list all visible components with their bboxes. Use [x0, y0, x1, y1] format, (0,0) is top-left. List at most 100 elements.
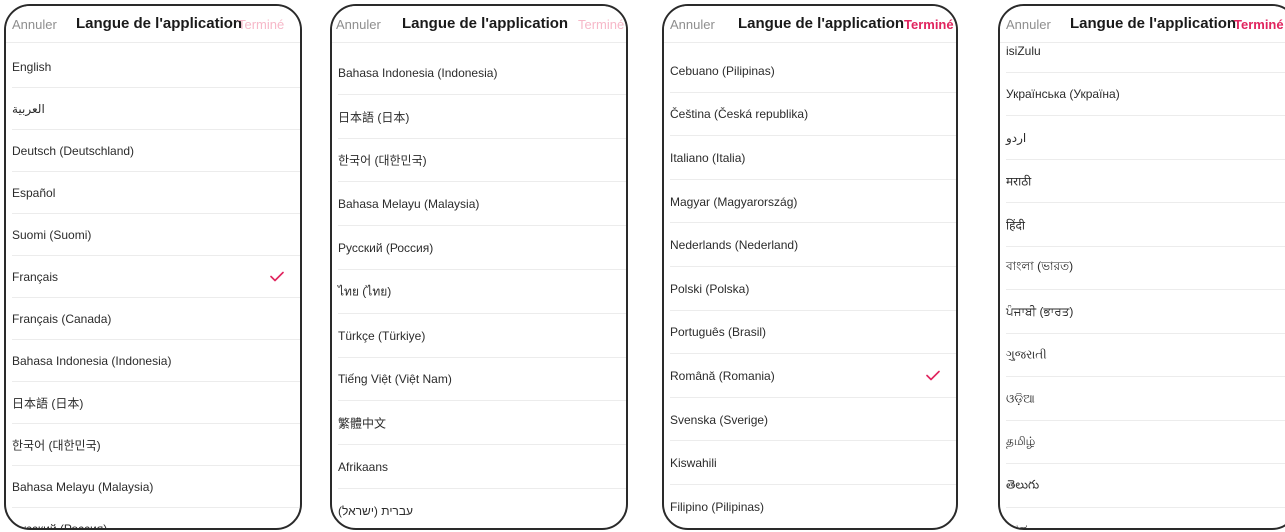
language-row[interactable]: मराठी — [1000, 160, 1285, 203]
language-row-label: Cebuano (Pilipinas) — [670, 63, 775, 78]
language-row[interactable]: 日本語 (日本) — [6, 382, 300, 424]
language-row[interactable]: Português (Brasil) — [664, 311, 956, 355]
language-row[interactable]: English — [6, 46, 300, 88]
language-row[interactable]: Română (Romania) — [664, 354, 956, 398]
language-row[interactable]: বাংলা (ভারত) — [1000, 247, 1285, 290]
language-list[interactable]: isiZulu Українська (Україна) اردو मराठी हिंद… — [1000, 6, 1285, 528]
page-title: Langue de l'application — [76, 15, 243, 32]
language-row[interactable]: Français — [6, 256, 300, 298]
language-row[interactable]: اردو — [1000, 116, 1285, 160]
language-row-label: தமிழ் — [1006, 434, 1036, 449]
language-row[interactable]: Tiếng Việt (Việt Nam) — [332, 358, 626, 402]
language-row[interactable]: Suomi (Suomi) — [6, 214, 300, 256]
language-row[interactable]: Magyar (Magyarország) — [664, 180, 956, 224]
language-row[interactable]: हिंदी — [1000, 203, 1285, 247]
language-row-label: Русский (Россия) — [338, 241, 434, 256]
language-row[interactable]: Svenska (Sverige) — [664, 398, 956, 442]
language-row[interactable]: 한국어 (대한민국) — [6, 424, 300, 466]
nav-header: Annuler Langue de l'application Terminé — [664, 6, 956, 43]
language-list[interactable]: English العربية Deutsch (Deutschland) Españ… — [6, 6, 300, 528]
done-button[interactable]: Terminé — [904, 17, 954, 32]
language-row-label: Français — [12, 270, 59, 284]
done-button[interactable]: Terminé — [1234, 17, 1284, 32]
cancel-button[interactable]: Annuler — [670, 17, 715, 32]
language-row[interactable]: Italiano (Italia) — [664, 136, 956, 180]
cancel-button[interactable]: Annuler — [336, 17, 381, 32]
nav-header: Annuler Langue de l'application Terminé — [6, 6, 300, 43]
language-row-label: Bahasa Indonesia (Indonesia) — [338, 65, 498, 80]
language-row-label: Bahasa Melayu (Malaysia) — [338, 197, 480, 212]
cancel-button[interactable]: Annuler — [1006, 17, 1051, 32]
language-row-label: 日本語 (日本) — [338, 110, 410, 125]
language-panel-4: isiZulu Українська (Україна) اردو मराठी हिंद… — [998, 4, 1285, 530]
language-row-label: 繁體中文 — [338, 416, 387, 431]
language-row-label: मराठी — [1006, 174, 1032, 189]
language-row-label: Bahasa Indonesia (Indonesia) — [12, 354, 172, 368]
language-row-label: 한국어 (대한민국) — [12, 438, 101, 453]
language-row[interactable]: Українська (Україна) — [1000, 73, 1285, 116]
language-row-label: Čeština (Česká republika) — [670, 107, 809, 122]
language-row-label: Italiano (Italia) — [670, 150, 746, 165]
language-row[interactable]: ไทย (ไทย) — [332, 270, 626, 314]
page-title: Langue de l'application — [738, 15, 905, 32]
language-row[interactable]: Polski (Polska) — [664, 267, 956, 311]
language-row[interactable]: Deutsch (Deutschland) — [6, 130, 300, 172]
language-row[interactable]: ଓଡ଼ିଆ — [1000, 377, 1285, 421]
language-row[interactable]: Bahasa Melayu (Malaysia) — [332, 182, 626, 227]
language-row-label: Svenska (Sverige) — [670, 412, 769, 427]
language-row[interactable]: Bahasa Melayu (Malaysia) — [6, 466, 300, 508]
language-row[interactable]: Nederlands (Nederland) — [664, 223, 956, 267]
language-row[interactable]: Français (Canada) — [6, 298, 300, 340]
language-row[interactable]: עברית (ישראל) — [332, 489, 626, 528]
language-row-label: Русский (Россия) — [12, 522, 108, 530]
language-row-label: Polski (Polska) — [670, 281, 750, 296]
cancel-button[interactable]: Annuler — [12, 17, 57, 32]
language-row[interactable]: Русский (Россия) — [6, 508, 300, 530]
language-row-label: Nederlands (Nederland) — [670, 238, 799, 253]
language-row-label: اردو — [1006, 130, 1027, 145]
language-row[interactable]: Bahasa Indonesia (Indonesia) — [332, 51, 626, 95]
language-row-label: Français (Canada) — [12, 312, 112, 326]
done-button[interactable]: Terminé — [578, 17, 624, 32]
language-row-label: isiZulu — [1006, 43, 1041, 58]
language-list[interactable]: Bahasa Indonesia (Indonesia) 日本語 (日本) 한국어 … — [332, 6, 626, 528]
language-row[interactable]: 日本語 (日本) — [332, 95, 626, 139]
language-row-label: Bahasa Melayu (Malaysia) — [12, 480, 154, 494]
page-title: Langue de l'application — [1070, 15, 1237, 32]
language-row-label: Română (Romania) — [670, 368, 775, 383]
language-row-label: Magyar (Magyarország) — [670, 194, 798, 209]
language-row-label: বাংলা (ভারত) — [1006, 259, 1074, 274]
language-row[interactable]: العربية — [6, 88, 300, 130]
language-row[interactable]: 繁體中文 — [332, 401, 626, 446]
language-row[interactable]: ಕನ್ನಡ — [1000, 508, 1285, 530]
language-row-label: ไทย (ไทย) — [338, 284, 392, 299]
language-panel-1: English العربية Deutsch (Deutschland) Españ… — [4, 4, 302, 530]
language-row[interactable]: தமிழ் — [1000, 421, 1285, 464]
language-row[interactable]: Čeština (Česká republika) — [664, 93, 956, 137]
language-row-label: ಕನ್ನಡ — [1006, 521, 1028, 530]
language-row[interactable]: Русский (Россия) — [332, 226, 626, 270]
language-row[interactable]: Bahasa Indonesia (Indonesia) — [6, 340, 300, 382]
language-row-label: Українська (Україна) — [1006, 87, 1120, 102]
language-row[interactable]: Filipino (Pilipinas) — [664, 485, 956, 528]
done-button[interactable]: Terminé — [238, 17, 284, 32]
language-row[interactable]: Kiswahili — [664, 441, 956, 485]
language-row-label: Türkçe (Türkiye) — [338, 328, 426, 343]
language-row[interactable]: Afrikaans — [332, 445, 626, 489]
language-row-label: ગુજરાતી — [1006, 347, 1047, 362]
language-row[interactable]: Türkçe (Türkiye) — [332, 314, 626, 358]
language-row[interactable]: ਪੰਜਾਬੀ (ਭਾਰਤ) — [1000, 290, 1285, 334]
language-row-label: 日本語 (日本) — [12, 396, 84, 411]
language-row[interactable]: Cebuano (Pilipinas) — [664, 49, 956, 93]
page-title: Langue de l'application — [402, 15, 569, 32]
language-panel-2: Bahasa Indonesia (Indonesia) 日本語 (日本) 한국어 … — [330, 4, 628, 530]
nav-header: Annuler Langue de l'application Terminé — [1000, 6, 1285, 43]
language-row[interactable]: 한국어 (대한민국) — [332, 139, 626, 183]
language-list[interactable]: Cebuano (Pilipinas) Čeština (Česká republ… — [664, 6, 956, 528]
language-row[interactable]: Español — [6, 172, 300, 214]
language-panel-3: Cebuano (Pilipinas) Čeština (Česká republ… — [662, 4, 958, 530]
language-row-label: Tiếng Việt (Việt Nam) — [338, 372, 452, 387]
language-row[interactable]: ગુજરાતી — [1000, 334, 1285, 377]
language-row[interactable]: తెలుగు — [1000, 464, 1285, 508]
language-row-label: 한국어 (대한민국) — [338, 153, 427, 168]
